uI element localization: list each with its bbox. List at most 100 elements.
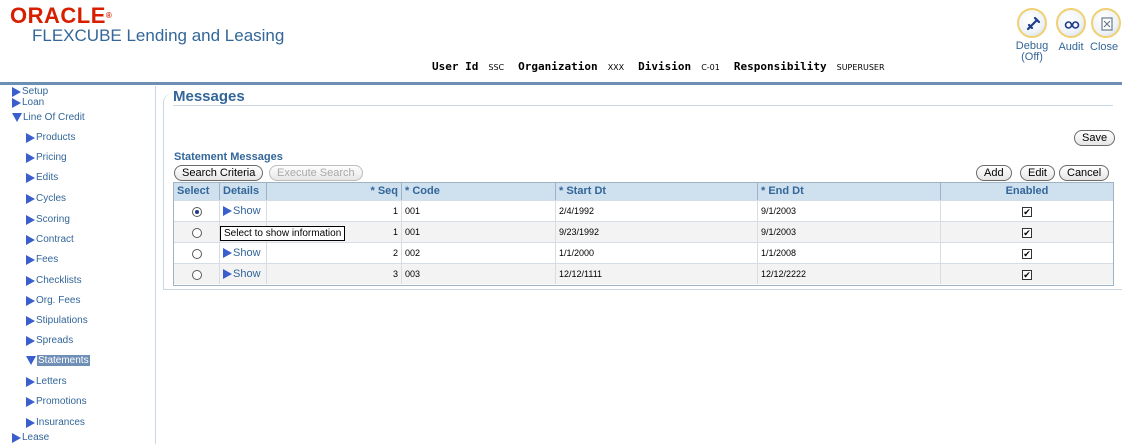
radio-unselected-icon[interactable] — [191, 269, 202, 280]
radio-selected-icon[interactable] — [191, 206, 202, 217]
column-header-end-dt[interactable]: * End Dt — [758, 183, 941, 200]
sidebar-item-statements[interactable]: Statements — [26, 355, 90, 366]
user-id-label: User Id — [432, 60, 479, 73]
enabled-cell: ✔ — [941, 263, 1113, 284]
expand-arrow-icon — [26, 132, 35, 143]
enabled-cell: ✔ — [941, 200, 1113, 221]
code-cell: 003 — [402, 263, 556, 284]
column-header-code[interactable]: * Code — [402, 183, 556, 200]
organization-label: Organization — [518, 60, 598, 73]
sidebar-item-lease[interactable]: Lease — [12, 432, 49, 443]
column-header-seq[interactable]: * Seq — [267, 183, 402, 200]
execute-search-button: Execute Search — [269, 165, 363, 181]
checkbox-checked-icon: ✔ — [1022, 227, 1032, 238]
sidebar-item-loan[interactable]: Loan — [12, 97, 44, 108]
responsibility-label: Responsibility — [733, 60, 827, 73]
close-button[interactable]: Close — [1090, 8, 1122, 53]
sidebar-item-edits[interactable]: Edits — [26, 172, 58, 183]
division-value: C-01 — [701, 63, 720, 72]
page-title: Messages — [173, 88, 245, 105]
collapse-arrow-icon — [26, 356, 36, 365]
end-dt-cell: 9/1/2003 — [758, 221, 941, 242]
save-button[interactable]: Save — [1074, 130, 1116, 146]
header-divider — [0, 82, 1122, 85]
checkbox-checked-icon: ✔ — [1022, 248, 1032, 259]
enabled-cell: ✔ — [941, 242, 1113, 263]
sidebar-item-contract[interactable]: Contract — [26, 234, 74, 245]
expand-arrow-icon — [26, 275, 35, 286]
close-document-icon — [1091, 8, 1121, 38]
expand-arrow-icon — [223, 248, 232, 258]
sidebar-item-org-fees[interactable]: Org. Fees — [26, 295, 80, 306]
expand-arrow-icon — [223, 206, 232, 216]
sidebar-item-promotions[interactable]: Promotions — [26, 396, 87, 407]
debug-state: (Off) — [1021, 51, 1043, 63]
expand-arrow-icon — [26, 376, 35, 387]
seq-cell: 2 — [267, 242, 402, 263]
expand-arrow-icon — [26, 295, 35, 306]
cancel-button[interactable]: Cancel — [1059, 165, 1110, 181]
column-header-enabled: Enabled — [941, 183, 1113, 200]
show-details-link[interactable]: Show — [220, 242, 267, 263]
checkbox-checked-icon: ✔ — [1022, 269, 1032, 280]
organization-value: XXX — [607, 63, 625, 72]
section-title: Statement Messages — [174, 151, 283, 163]
expand-arrow-icon — [26, 172, 35, 183]
column-header-select: Select — [174, 183, 220, 200]
code-cell: 002 — [402, 242, 556, 263]
row-select-radio[interactable] — [174, 263, 220, 284]
responsibility-value: SUPERUSER — [836, 63, 885, 72]
debug-button[interactable]: Debug (Off) — [1012, 8, 1052, 63]
expand-arrow-icon — [12, 86, 21, 97]
seq-cell: 3 — [267, 263, 402, 284]
show-details-link[interactable]: Show — [220, 200, 267, 221]
sidebar-item-products[interactable]: Products — [26, 132, 75, 143]
sidebar-item-stipulations[interactable]: Stipulations — [26, 315, 88, 326]
expand-arrow-icon — [26, 234, 35, 245]
expand-arrow-icon — [26, 152, 35, 163]
user-info-bar: User Id SSC Organization XXX Division C-… — [432, 60, 893, 73]
sidebar-item-fees[interactable]: Fees — [26, 254, 58, 265]
seq-cell: 1 — [267, 200, 402, 221]
code-cell: 001 — [402, 221, 556, 242]
add-button[interactable]: Add — [976, 165, 1012, 181]
row-select-radio[interactable] — [174, 242, 220, 263]
search-criteria-button[interactable]: Search Criteria — [174, 165, 264, 181]
end-dt-cell: 9/1/2003 — [758, 200, 941, 221]
sidebar-item-checklists[interactable]: Checklists — [26, 275, 82, 286]
show-details-link[interactable]: Show — [220, 263, 267, 284]
details-tooltip: Select to show information — [220, 226, 346, 241]
column-header-details: Details — [220, 183, 267, 200]
expand-arrow-icon — [26, 193, 35, 204]
expand-arrow-icon — [26, 417, 35, 428]
expand-arrow-icon — [26, 254, 35, 265]
audit-glasses-icon — [1056, 8, 1086, 38]
sidebar-item-insurances[interactable]: Insurances — [26, 417, 85, 428]
audit-button[interactable]: Audit — [1054, 8, 1088, 53]
sidebar-nav: Setup Loan Line Of Credit Products Prici… — [8, 86, 156, 444]
row-select-radio[interactable] — [174, 200, 220, 221]
expand-arrow-icon — [26, 335, 35, 346]
sidebar-item-line-of-credit[interactable]: Line Of Credit — [12, 112, 85, 123]
audit-label: Audit — [1058, 41, 1084, 53]
code-cell: 001 — [402, 200, 556, 221]
sidebar-item-cycles[interactable]: Cycles — [26, 193, 66, 204]
column-header-start-dt[interactable]: * Start Dt — [556, 183, 758, 200]
expand-arrow-icon — [26, 214, 35, 225]
sidebar-item-letters[interactable]: Letters — [26, 376, 67, 387]
row-select-radio[interactable] — [174, 221, 220, 242]
product-name: FLEXCUBE Lending and Leasing — [32, 26, 285, 45]
collapse-arrow-icon — [12, 113, 22, 122]
radio-unselected-icon[interactable] — [191, 248, 202, 259]
sidebar-item-setup[interactable]: Setup — [12, 86, 48, 97]
start-dt-cell: 1/1/2000 — [556, 242, 758, 263]
radio-unselected-icon[interactable] — [191, 227, 202, 238]
edit-button[interactable]: Edit — [1020, 165, 1055, 181]
sidebar-item-spreads[interactable]: Spreads — [26, 335, 73, 346]
expand-arrow-icon — [26, 396, 35, 407]
expand-arrow-icon — [223, 269, 232, 279]
close-label: Close — [1090, 41, 1119, 53]
sidebar-item-pricing[interactable]: Pricing — [26, 152, 67, 163]
sidebar-item-scoring[interactable]: Scoring — [26, 214, 70, 225]
expand-arrow-icon — [26, 315, 35, 326]
